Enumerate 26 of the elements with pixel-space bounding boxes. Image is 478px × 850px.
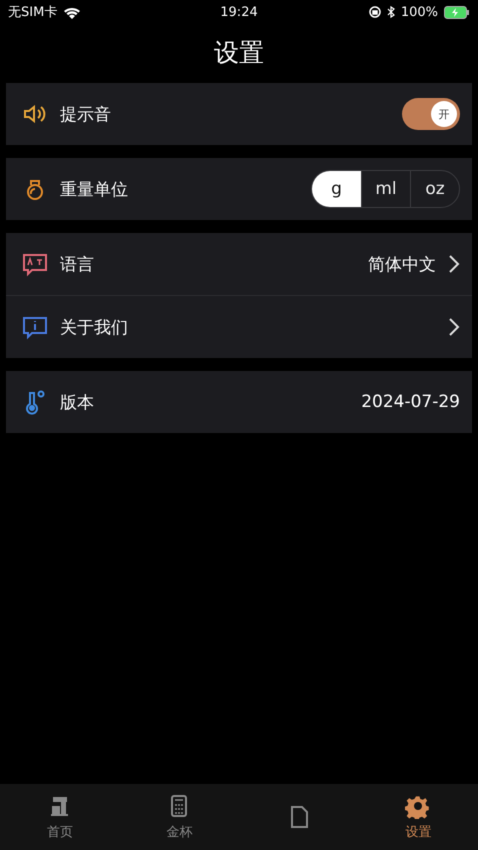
setting-label: 版本 bbox=[60, 392, 95, 414]
battery-icon bbox=[444, 6, 470, 18]
setting-label: 重量单位 bbox=[60, 178, 129, 200]
wifi-icon bbox=[63, 6, 82, 18]
setting-value: 2024-07-29 bbox=[361, 392, 460, 412]
chevron-icon bbox=[448, 317, 460, 337]
translate-icon bbox=[22, 251, 48, 277]
unit-option[interactable]: oz bbox=[410, 171, 459, 207]
battery-text: 100% bbox=[400, 4, 438, 20]
tab-item[interactable]: 设置 bbox=[358, 784, 478, 850]
tab-item[interactable]: 首页 bbox=[0, 784, 120, 850]
info-icon bbox=[22, 314, 48, 340]
page-title: 设置 bbox=[213, 37, 265, 69]
clock-text: 19:24 bbox=[220, 4, 258, 20]
unit-option[interactable]: g bbox=[312, 171, 361, 207]
setting-label: 提示音 bbox=[60, 104, 112, 126]
bluetooth-icon bbox=[386, 6, 395, 18]
tab-item[interactable]: 金杯 bbox=[120, 784, 239, 850]
rotation-lock-icon bbox=[368, 6, 381, 18]
setting-label: 关于我们 bbox=[60, 316, 129, 338]
setting-value: 简体中文 bbox=[368, 254, 436, 276]
setting-label: 语言 bbox=[60, 254, 95, 276]
carrier-text: 无SIM卡 bbox=[8, 4, 58, 21]
chevron-icon bbox=[448, 254, 460, 274]
toggle-switch[interactable]: 开 bbox=[402, 98, 460, 130]
unit-option[interactable]: ml bbox=[361, 171, 410, 207]
